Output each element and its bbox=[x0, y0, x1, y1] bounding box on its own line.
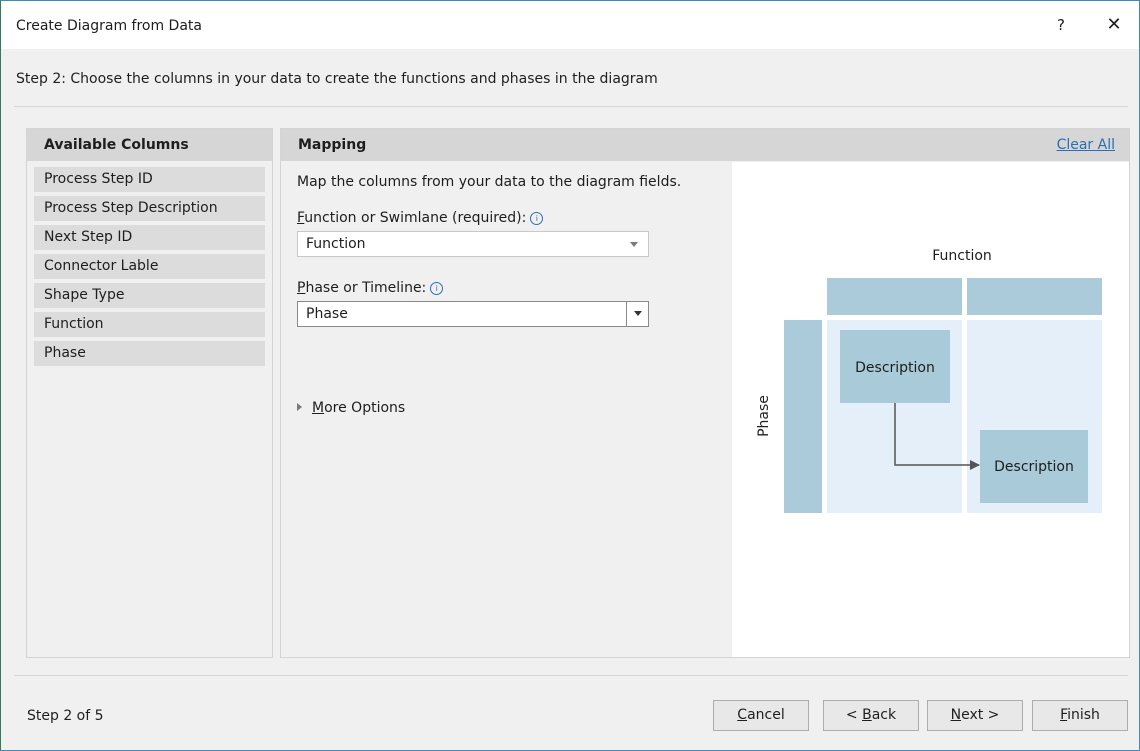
column-item-label: Connector Lable bbox=[44, 258, 159, 274]
column-item-label: Process Step ID bbox=[44, 171, 153, 187]
available-columns-panel: Available Columns Process Step ID Proces… bbox=[26, 128, 273, 658]
button-label: inish bbox=[1067, 707, 1100, 723]
expand-triangle-icon bbox=[297, 403, 302, 411]
info-icon[interactable]: i bbox=[430, 282, 444, 295]
info-icon[interactable]: i bbox=[530, 212, 544, 225]
help-button[interactable]: ? bbox=[1049, 13, 1073, 37]
function-header-2 bbox=[967, 278, 1102, 315]
step-header: Step 2: Choose the columns in your data … bbox=[16, 71, 658, 87]
button-prefix: < bbox=[845, 707, 863, 723]
column-item-function[interactable]: Function bbox=[34, 312, 265, 337]
function-header-1 bbox=[827, 278, 962, 315]
column-item-shape-type[interactable]: Shape Type bbox=[34, 283, 265, 308]
column-item-label: Next Step ID bbox=[44, 229, 133, 245]
mapping-description: Map the columns from your data to the di… bbox=[297, 174, 682, 190]
chevron-down-icon bbox=[634, 311, 642, 316]
column-item-label: Shape Type bbox=[44, 287, 125, 303]
column-item-process-step-description[interactable]: Process Step Description bbox=[34, 196, 265, 221]
phase-header bbox=[784, 320, 822, 513]
clear-all-link[interactable]: Clear All bbox=[1057, 137, 1115, 153]
chevron-down-icon bbox=[630, 242, 638, 247]
process-box-1-label: Description bbox=[855, 360, 935, 376]
finish-button[interactable]: Finish bbox=[1032, 700, 1128, 731]
phase-select[interactable]: Phase bbox=[297, 301, 649, 327]
access-key: B bbox=[862, 707, 872, 723]
button-label: ext > bbox=[961, 707, 1000, 723]
dialog-title: Create Diagram from Data bbox=[16, 18, 202, 34]
access-key: M bbox=[312, 400, 325, 416]
phase-field-label: Phase or Timeline: i bbox=[297, 280, 444, 296]
mapping-header: Mapping Clear All bbox=[281, 129, 1129, 161]
access-key: N bbox=[950, 707, 962, 723]
column-item-next-step-id[interactable]: Next Step ID bbox=[34, 225, 265, 250]
close-button[interactable]: ✕ bbox=[1102, 13, 1126, 37]
column-item-phase[interactable]: Phase bbox=[34, 341, 265, 366]
mapping-panel: Mapping Clear All Map the columns from y… bbox=[280, 128, 1130, 658]
column-item-connector-lable[interactable]: Connector Lable bbox=[34, 254, 265, 279]
phase-axis-label: Phase bbox=[756, 395, 772, 437]
label-text: hase or Timeline: bbox=[305, 280, 427, 296]
phase-select-value: Phase bbox=[306, 306, 348, 322]
more-options-toggle[interactable]: More Options bbox=[297, 400, 405, 416]
dropdown-button[interactable] bbox=[626, 302, 648, 326]
function-select[interactable]: Function bbox=[297, 231, 649, 257]
next-button[interactable]: Next > bbox=[927, 700, 1023, 731]
button-label: ack bbox=[871, 707, 897, 723]
function-select-value: Function bbox=[306, 236, 366, 252]
column-item-label: Phase bbox=[44, 345, 86, 361]
function-field-label: Function or Swimlane (required): i bbox=[297, 210, 544, 226]
mapping-title: Mapping bbox=[298, 137, 367, 153]
diagram-preview: Function Phase Description Description bbox=[732, 162, 1129, 657]
button-label: ancel bbox=[747, 707, 785, 723]
column-item-label: Process Step Description bbox=[44, 200, 218, 216]
available-columns-header: Available Columns bbox=[27, 129, 272, 161]
back-button[interactable]: < Back bbox=[823, 700, 919, 731]
available-columns-title: Available Columns bbox=[44, 137, 189, 153]
more-options-label: ore Options bbox=[324, 400, 406, 416]
process-box-2-label: Description bbox=[994, 459, 1074, 475]
footer-divider bbox=[14, 675, 1128, 676]
title-bar: Create Diagram from Data ? ✕ bbox=[1, 1, 1139, 49]
function-axis-label: Function bbox=[932, 248, 992, 264]
step-count: Step 2 of 5 bbox=[27, 708, 104, 724]
column-item-label: Function bbox=[44, 316, 104, 332]
column-item-process-step-id[interactable]: Process Step ID bbox=[34, 167, 265, 192]
access-key: C bbox=[737, 707, 748, 723]
dialog-body: Step 2: Choose the columns in your data … bbox=[1, 49, 1139, 750]
label-text: unction or Swimlane (required): bbox=[304, 210, 527, 226]
preview-svg: Function Phase Description Description bbox=[756, 248, 1102, 513]
cancel-button[interactable]: Cancel bbox=[713, 700, 809, 731]
header-divider bbox=[14, 106, 1128, 107]
